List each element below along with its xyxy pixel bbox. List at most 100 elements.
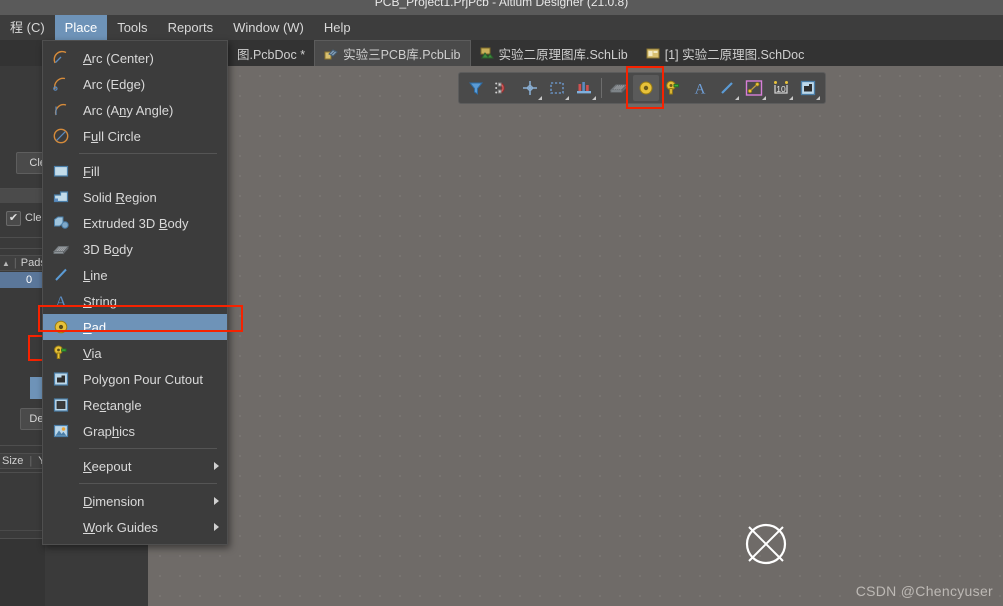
- crosshair-icon[interactable]: [517, 75, 543, 101]
- sch-lib-icon: [480, 46, 494, 60]
- menu-line[interactable]: Line: [43, 262, 227, 288]
- window-titlebar: PCB_Project1.PrjPcb - Altium Designer (2…: [0, 0, 1003, 15]
- toolbar-separator: [601, 78, 602, 98]
- menu-label: Pad: [83, 319, 107, 335]
- line-icon[interactable]: [714, 75, 740, 101]
- tab-schdoc[interactable]: [1] 实验二原理图.SchDoc: [637, 40, 814, 66]
- menu-label: Rectangle: [83, 397, 142, 413]
- menu-polygon-pour-cutout[interactable]: Polygon Pour Cutout: [43, 366, 227, 392]
- tab-label: 图.PcbDoc *: [237, 47, 306, 62]
- place-dropdown-menu[interactable]: Arc (Center) Arc (Edge) Arc (Any Angle): [42, 40, 228, 545]
- menu-extruded-3d-body[interactable]: Extruded 3D Body: [43, 210, 227, 236]
- polygon-cutout-icon: [51, 369, 71, 389]
- menu-fill[interactable]: Fill: [43, 158, 227, 184]
- menu-item-help[interactable]: Help: [314, 15, 361, 40]
- menu-label: Fill: [83, 163, 100, 179]
- work-guides-spacer: [51, 517, 71, 537]
- menu-label: Via: [83, 345, 102, 361]
- menu-work-guides[interactable]: Work Guides: [43, 514, 227, 540]
- pads-column-header[interactable]: ▲ | Pads: [0, 255, 45, 271]
- coordinate-icon[interactable]: 10: [768, 75, 794, 101]
- menu-item-reports[interactable]: Reports: [158, 15, 224, 40]
- tab-pcblib[interactable]: 实验三PCB库.PcbLib: [314, 40, 471, 66]
- menu-string[interactable]: A String: [43, 288, 227, 314]
- solid-region-icon: [51, 187, 71, 207]
- dropdown-arrow-icon[interactable]: [762, 96, 766, 100]
- csdn-watermark: CSDN @Chencyuser: [855, 583, 993, 599]
- menu-label: 3D Body: [83, 241, 133, 257]
- dimension-icon[interactable]: [741, 75, 767, 101]
- svg-text:10: 10: [776, 84, 786, 94]
- chevron-right-icon: [214, 497, 219, 505]
- menu-via[interactable]: Via: [43, 340, 227, 366]
- clear-existing-checkbox[interactable]: ✔: [6, 211, 21, 226]
- menu-item-process[interactable]: 程 (C): [0, 15, 55, 40]
- menu-item-window[interactable]: Window (W): [223, 15, 314, 40]
- menu-separator: [79, 483, 217, 484]
- menu-arc-center[interactable]: Arc (Center): [43, 45, 227, 71]
- pad-icon[interactable]: [633, 75, 659, 101]
- chevron-right-icon: [214, 462, 219, 470]
- dropdown-arrow-icon[interactable]: [538, 96, 542, 100]
- column-divider: |: [13, 257, 17, 269]
- pads-count-value: 0: [26, 274, 33, 286]
- dropdown-arrow-icon[interactable]: [592, 96, 596, 100]
- svg-text:A: A: [55, 294, 67, 310]
- dropdown-arrow-icon[interactable]: [565, 96, 569, 100]
- menu-rectangle[interactable]: Rectangle: [43, 392, 227, 418]
- keepout-spacer: [51, 456, 71, 476]
- menu-label: Arc (Any Angle): [83, 102, 174, 118]
- menu-label: Graphics: [83, 423, 136, 439]
- dimension-spacer: [51, 491, 71, 511]
- sort-ascending-icon: ▲: [2, 258, 10, 268]
- menu-label: Line: [83, 267, 108, 283]
- tab-label: 实验二原理图库.SchLib: [498, 47, 628, 62]
- menu-label: Solid Region: [83, 189, 157, 205]
- column-divider-2: |: [29, 455, 33, 467]
- filter-icon[interactable]: [463, 75, 489, 101]
- size-column-header[interactable]: Size | Y: [0, 453, 45, 469]
- tab-label: [1] 实验二原理图.SchDoc: [664, 47, 805, 62]
- magnet-icon[interactable]: [490, 75, 516, 101]
- svg-text:A: A: [695, 82, 706, 98]
- menu-item-place[interactable]: Place: [54, 15, 108, 40]
- string-icon[interactable]: A: [687, 75, 713, 101]
- tab-schlib[interactable]: 实验二原理图库.SchLib: [471, 40, 637, 66]
- menu-solid-region[interactable]: Solid Region: [43, 184, 227, 210]
- menu-bar: 程 (C) Place Tools Reports Window (W) Hel…: [0, 15, 1003, 40]
- pcb-editor-canvas[interactable]: CSDN @Chencyuser: [148, 40, 1003, 606]
- dashed-rect-icon[interactable]: [544, 75, 570, 101]
- menu-dimension[interactable]: Dimension: [43, 488, 227, 514]
- dropdown-arrow-icon[interactable]: [735, 96, 739, 100]
- menu-pad[interactable]: Pad: [43, 314, 227, 340]
- menu-label: Arc (Center): [83, 50, 154, 66]
- menu-label: Arc (Edge): [83, 76, 146, 92]
- menu-label: Dimension: [83, 493, 145, 509]
- menu-arc-any-angle[interactable]: Arc (Any Angle): [43, 97, 227, 123]
- string-icon: A: [51, 291, 71, 311]
- fill-icon: [51, 161, 71, 181]
- sch-doc-icon: [646, 46, 660, 60]
- layer-stack-icon[interactable]: [606, 75, 632, 101]
- dropdown-arrow-icon[interactable]: [816, 96, 820, 100]
- menu-full-circle[interactable]: Full Circle: [43, 123, 227, 149]
- tab-label: 实验三PCB库.PcbLib: [343, 48, 461, 62]
- crosshair-circle-cursor: [740, 518, 792, 570]
- clear-button[interactable]: Clea: [16, 152, 45, 174]
- line-icon: [51, 265, 71, 285]
- pad-icon: [51, 317, 71, 337]
- polygon-cutout-icon[interactable]: [795, 75, 821, 101]
- menu-keepout[interactable]: Keepout: [43, 453, 227, 479]
- menu-arc-edge[interactable]: Arc (Edge): [43, 71, 227, 97]
- component-icon[interactable]: [571, 75, 597, 101]
- placement-toolbar[interactable]: A 10: [458, 72, 826, 104]
- pad-list-row-selected[interactable]: 0: [0, 272, 45, 288]
- menu-graphics[interactable]: Graphics: [43, 418, 227, 444]
- pcb-library-panel[interactable]: Clea ✔ Cle ▲ | Pads 0 Dele Size | Y: [0, 40, 45, 606]
- menu-item-tools[interactable]: Tools: [107, 15, 157, 40]
- menu-3d-body[interactable]: 3D Body: [43, 236, 227, 262]
- dropdown-arrow-icon[interactable]: [789, 96, 793, 100]
- chevron-right-icon: [214, 523, 219, 531]
- via-icon[interactable]: [660, 75, 686, 101]
- tab-pcbdoc[interactable]: 图.PcbDoc *: [228, 40, 314, 66]
